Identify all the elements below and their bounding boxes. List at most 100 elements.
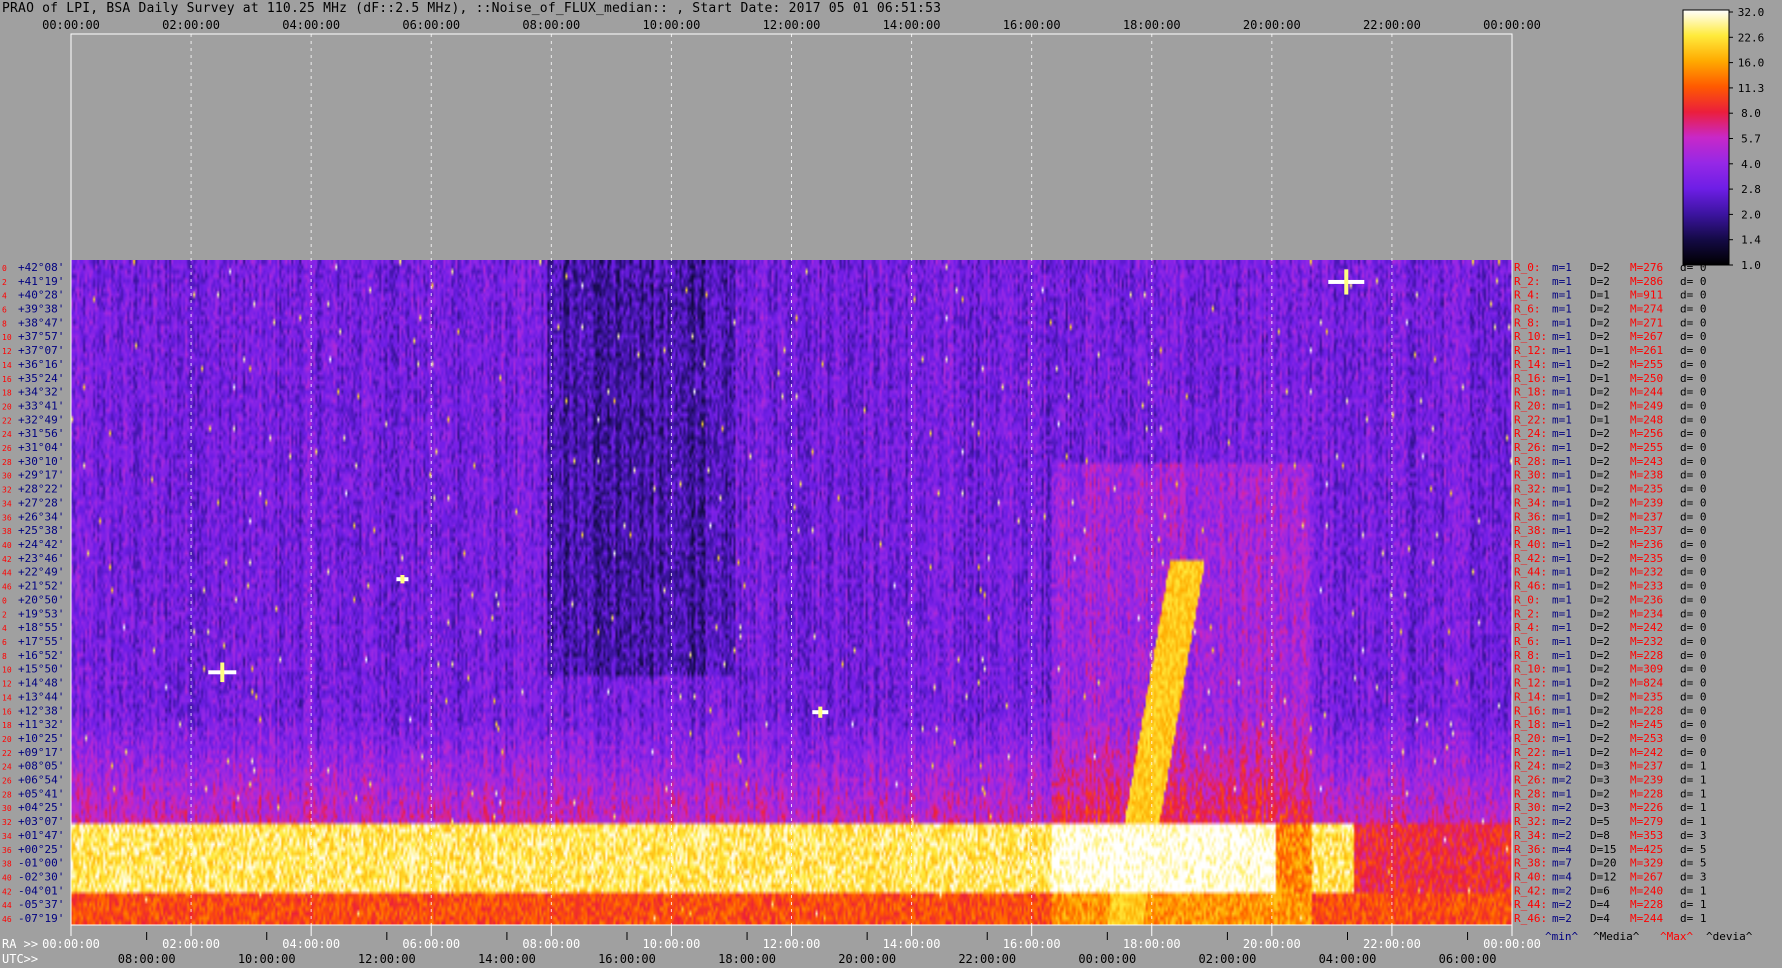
point-source xyxy=(1344,269,1349,295)
row-index-label: 38 xyxy=(2,860,12,869)
stat-median: D=2 xyxy=(1590,663,1610,676)
top-time-tick: 00:00:00 xyxy=(42,18,100,32)
stat-devia: d= 0 xyxy=(1680,441,1707,454)
utc-tick: 08:00:00 xyxy=(118,952,176,966)
dec-label: -04°01' xyxy=(18,884,64,897)
stat-devia: d= 0 xyxy=(1680,275,1707,288)
beam-label: R_38: xyxy=(1514,524,1547,537)
stat-devia: d= 0 xyxy=(1680,690,1707,703)
dec-label: +14°48' xyxy=(18,677,64,690)
stat-min: m=1 xyxy=(1552,635,1572,648)
dec-label: +26°34' xyxy=(18,510,64,523)
colorbar-tick: 8.0 xyxy=(1741,107,1761,120)
ra-tick: 10:00:00 xyxy=(643,937,701,951)
stat-min: m=1 xyxy=(1552,386,1572,399)
row-index-label: 0 xyxy=(2,264,7,273)
stat-devia: d= 1 xyxy=(1680,912,1707,925)
ra-tick: 22:00:00 xyxy=(1363,937,1421,951)
stat-devia: d= 0 xyxy=(1680,746,1707,759)
beam-label: R_8: xyxy=(1514,649,1541,662)
top-time-tick: 22:00:00 xyxy=(1363,18,1421,32)
top-time-tick: 16:00:00 xyxy=(1003,18,1061,32)
beam-label: R_46: xyxy=(1514,912,1547,925)
colorbar-tick: 2.0 xyxy=(1741,208,1761,221)
stat-median: D=2 xyxy=(1590,427,1610,440)
stat-max: M=824 xyxy=(1630,677,1663,690)
stat-devia: d= 0 xyxy=(1680,607,1707,620)
stat-min: m=7 xyxy=(1552,857,1572,870)
stat-max: M=237 xyxy=(1630,524,1663,537)
stat-devia: d= 0 xyxy=(1680,289,1707,302)
stat-min: m=1 xyxy=(1552,677,1572,690)
beam-label: R_6: xyxy=(1514,635,1541,648)
stat-devia: d= 0 xyxy=(1680,718,1707,731)
row-index-label: 6 xyxy=(2,638,7,647)
beam-label: R_18: xyxy=(1514,386,1547,399)
row-index-label: 10 xyxy=(2,333,12,342)
stat-max: M=232 xyxy=(1630,635,1663,648)
dec-label: +21°52' xyxy=(18,580,64,593)
row-index-label: 8 xyxy=(2,652,7,661)
utc-tick: 04:00:00 xyxy=(1319,952,1377,966)
stats-legend-item: ^Media^ xyxy=(1593,930,1640,943)
beam-label: R_12: xyxy=(1514,677,1547,690)
row-index-label: 32 xyxy=(2,486,12,495)
stat-min: m=1 xyxy=(1552,538,1572,551)
stat-max: M=236 xyxy=(1630,538,1663,551)
row-index-label: 2 xyxy=(2,278,7,287)
top-time-tick: 12:00:00 xyxy=(763,18,821,32)
stat-median: D=2 xyxy=(1590,469,1610,482)
colorbar-tick: 2.8 xyxy=(1741,183,1761,196)
stat-max: M=243 xyxy=(1630,455,1663,468)
row-index-label: 36 xyxy=(2,513,12,522)
row-index-label: 28 xyxy=(2,790,12,799)
row-index-label: 32 xyxy=(2,818,12,827)
dec-label: +27°28' xyxy=(18,496,64,509)
stat-devia: d= 1 xyxy=(1680,774,1707,787)
row-index-label: 14 xyxy=(2,693,12,702)
dec-label: +00°25' xyxy=(18,843,64,856)
dec-label: +32°49' xyxy=(18,413,64,426)
stat-min: m=1 xyxy=(1552,483,1572,496)
stat-median: D=2 xyxy=(1590,441,1610,454)
dec-label: +42°08' xyxy=(18,261,64,274)
beam-label: R_44: xyxy=(1514,898,1547,911)
stat-max: M=233 xyxy=(1630,580,1663,593)
utc-tick: 12:00:00 xyxy=(358,952,416,966)
stat-min: m=2 xyxy=(1552,760,1572,773)
ra-tick: 08:00:00 xyxy=(522,937,580,951)
stat-median: D=2 xyxy=(1590,275,1610,288)
stat-median: D=1 xyxy=(1590,372,1610,385)
beam-label: R_24: xyxy=(1514,760,1547,773)
dec-label: +08°05' xyxy=(18,760,64,773)
stat-min: m=1 xyxy=(1552,524,1572,537)
stat-median: D=4 xyxy=(1590,898,1610,911)
row-index-label: 46 xyxy=(2,915,12,924)
stat-min: m=1 xyxy=(1552,580,1572,593)
stat-median: D=2 xyxy=(1590,704,1610,717)
stat-devia: d= 0 xyxy=(1680,524,1707,537)
dec-label: +19°53' xyxy=(18,607,64,620)
stat-max: M=239 xyxy=(1630,496,1663,509)
row-index-label: 18 xyxy=(2,721,12,730)
ra-tick: 18:00:00 xyxy=(1123,937,1181,951)
stat-max: M=242 xyxy=(1630,746,1663,759)
dec-label: +20°50' xyxy=(18,593,64,606)
stat-median: D=2 xyxy=(1590,690,1610,703)
beam-label: R_18: xyxy=(1514,718,1547,731)
stat-median: D=2 xyxy=(1590,621,1610,634)
stat-max: M=235 xyxy=(1630,552,1663,565)
stat-min: m=1 xyxy=(1552,275,1572,288)
dec-label: +09°17' xyxy=(18,746,64,759)
stat-devia: d= 0 xyxy=(1680,386,1707,399)
ra-tick: 04:00:00 xyxy=(282,937,340,951)
stat-devia: d= 0 xyxy=(1680,399,1707,412)
beam-label: R_4: xyxy=(1514,289,1541,302)
stat-min: m=1 xyxy=(1552,399,1572,412)
stat-devia: d= 1 xyxy=(1680,801,1707,814)
stats-legend-item: ^min^ xyxy=(1545,930,1578,943)
stat-min: m=1 xyxy=(1552,718,1572,731)
stat-min: m=1 xyxy=(1552,372,1572,385)
stat-max: M=228 xyxy=(1630,898,1663,911)
stat-devia: d= 1 xyxy=(1680,815,1707,828)
